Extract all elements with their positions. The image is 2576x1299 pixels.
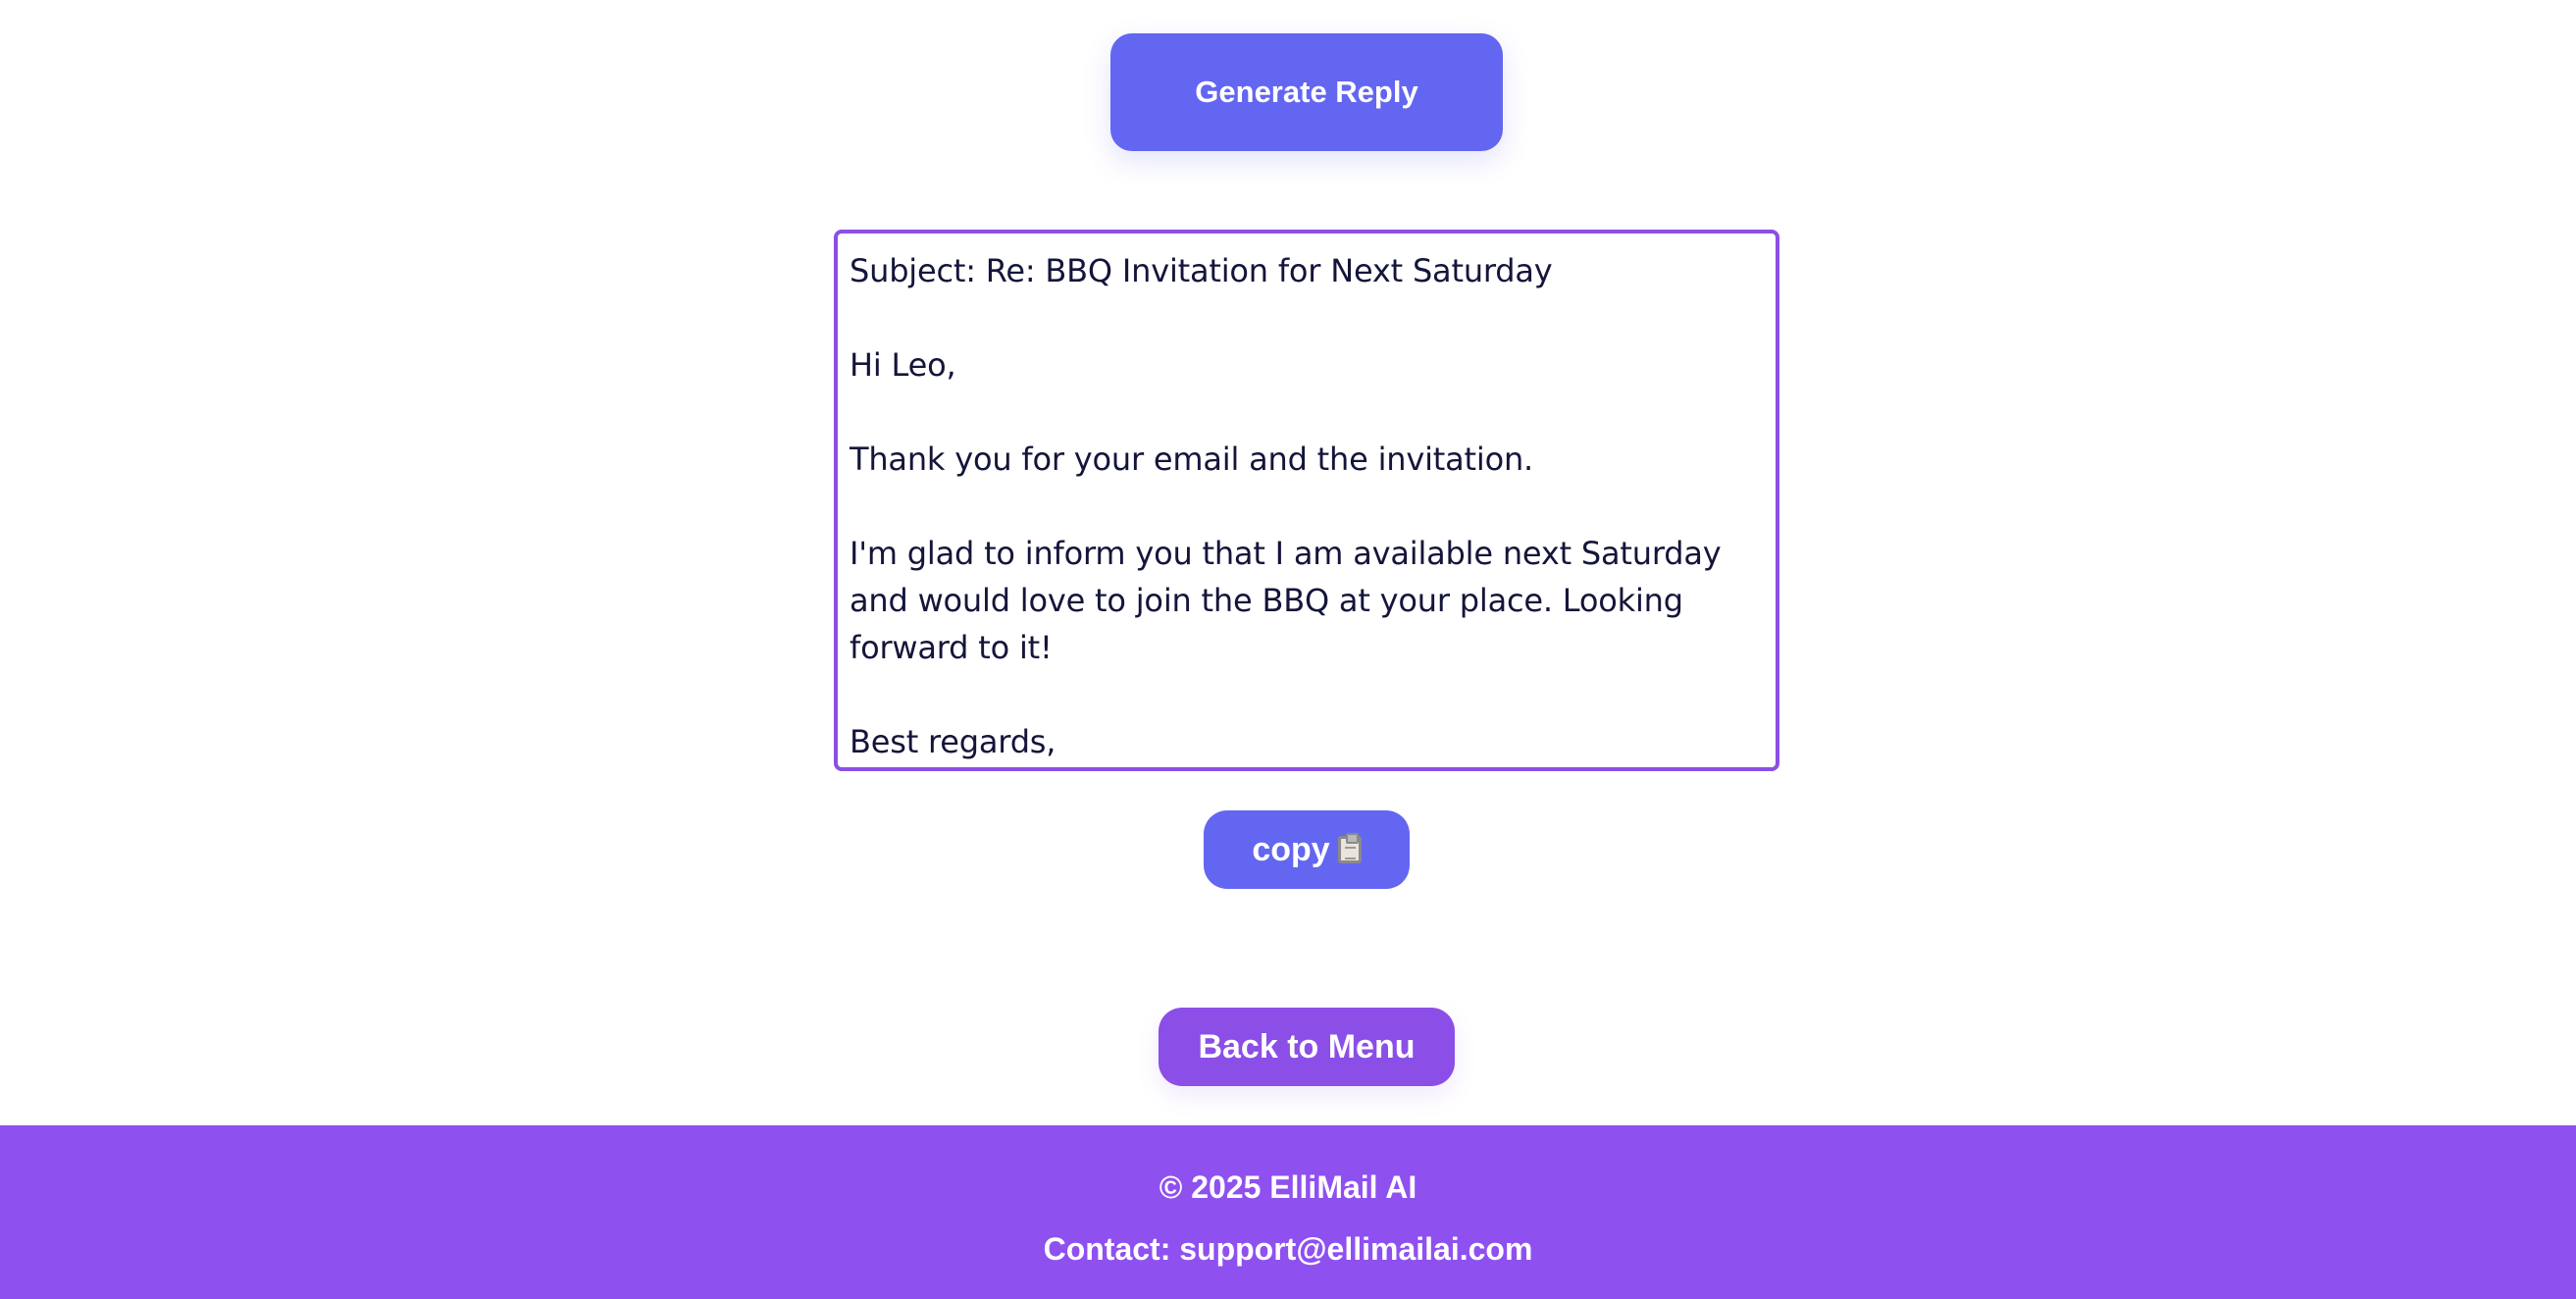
footer-copyright: © 2025 ElliMail AI: [1159, 1169, 1417, 1205]
email-reply-page: Generate Reply Subject: Re: BBQ Invitati…: [0, 0, 2576, 1299]
copy-button[interactable]: copy: [1204, 810, 1410, 889]
generate-reply-button[interactable]: Generate Reply: [1110, 33, 1503, 151]
clipboard-icon: [1337, 833, 1362, 863]
copy-label: copy: [1252, 830, 1330, 868]
back-to-menu-button[interactable]: Back to Menu: [1159, 1008, 1455, 1086]
reply-textarea[interactable]: Subject: Re: BBQ Invitation for Next Sat…: [834, 230, 1779, 771]
footer-contact-email: Contact: support@ellimailai.com: [1043, 1231, 1533, 1267]
footer: © 2025 ElliMail AI Contact: support@elli…: [0, 1125, 2576, 1299]
